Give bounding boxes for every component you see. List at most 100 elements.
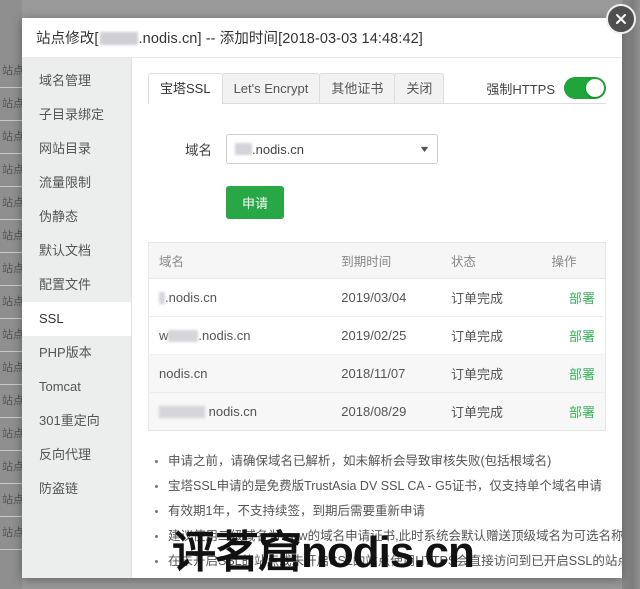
chevron-down-icon: ▼	[418, 144, 431, 154]
cell-status: 订单完成	[440, 316, 542, 355]
cell-domain: nodis.cn	[148, 392, 332, 431]
sidebar-item-1[interactable]: 域名管理	[22, 64, 131, 98]
header-expire: 到期时间	[331, 242, 441, 279]
masked-domain-block	[159, 406, 205, 418]
sidebar-item-label: SSL	[39, 311, 64, 326]
cell-expire: 2018/08/29	[331, 392, 441, 431]
sidebar-item-label: PHP版本	[39, 345, 92, 360]
sidebar-item-label: 伪静态	[39, 209, 79, 224]
sidebar-item-7[interactable]: 配置文件	[22, 268, 131, 302]
tab-4[interactable]: 关闭	[394, 73, 445, 103]
apply-button[interactable]: 申请	[226, 186, 285, 219]
sidebar-item-13[interactable]: 防盗链	[22, 472, 131, 506]
domain-prefix: w	[159, 328, 169, 343]
cell-domain: .nodis.cn	[148, 278, 332, 317]
tab-bar: 宝塔SSL Let's Encrypt 其他证书 关闭 强制HTTPS	[148, 72, 606, 104]
site-edit-modal: 站点修改[.nodis.cn] -- 添加时间[2018-03-03 14:48…	[22, 18, 622, 578]
cell-status: 订单完成	[440, 354, 542, 393]
sidebar-item-8[interactable]: SSL	[22, 302, 131, 336]
cell-action[interactable]: 部署	[541, 278, 606, 317]
tab-3[interactable]: 其他证书	[319, 73, 396, 103]
tabs-container: 宝塔SSL Let's Encrypt 其他证书 关闭	[148, 72, 445, 104]
domain-select-value: .nodis.cn	[252, 141, 305, 157]
header-status: 状态	[440, 242, 542, 279]
modal-body: 域名管理子目录绑定网站目录流量限制伪静态默认文档配置文件 SSL PHP版本 Tomc…	[22, 58, 622, 578]
force-https-label: 强制HTTPS	[486, 81, 555, 97]
domain-text: nodis.cn	[205, 404, 258, 419]
masked-domain-block	[159, 292, 165, 304]
sidebar-item-12[interactable]: 反向代理	[22, 438, 131, 472]
notes-list: 申请之前，请确保域名已解析，如未解析会导致审核失败(包括根域名) 宝塔SSL申请的…	[148, 449, 622, 574]
sidebar-item-5[interactable]: 伪静态	[22, 200, 131, 234]
sidebar-item-4[interactable]: 流量限制	[22, 166, 131, 200]
sidebar-item-6[interactable]: 默认文档	[22, 234, 131, 268]
note-item: 有效期1年，不支持续签，到期后需要重新申请	[154, 499, 606, 524]
domain-text: .nodis.cn	[165, 290, 218, 305]
modal-title-bar: 站点修改[.nodis.cn] -- 添加时间[2018-03-03 14:48…	[22, 18, 622, 58]
sidebar-item-3[interactable]: 网站目录	[22, 132, 131, 166]
table-row: nodis.cn 2018/11/07 订单完成 部署	[148, 354, 606, 393]
deploy-link[interactable]: 部署	[569, 291, 595, 306]
note-item: 建议使用二级域名为www的域名申请证书,此时系统会默认赠送顶级域名为可选名称	[154, 524, 622, 549]
domain-text: .nodis.cn	[198, 328, 251, 343]
masked-domain-prefix	[235, 143, 252, 155]
tab-1[interactable]: 宝塔SSL	[148, 73, 223, 104]
background-right-edge	[622, 0, 640, 589]
deploy-link[interactable]: 部署	[569, 367, 595, 382]
page-title: 站点修改[.nodis.cn] -- 添加时间[2018-03-03 14:48…	[36, 27, 423, 48]
note-item: 申请之前，请确保域名已解析，如未解析会导致审核失败(包括根域名)	[154, 449, 606, 474]
toggle-knob	[586, 79, 604, 97]
sidebar-item-label: 防盗链	[39, 481, 79, 496]
sidebar-item-label: 网站目录	[39, 141, 92, 156]
sidebar-item-label: 反向代理	[39, 447, 92, 462]
close-icon	[616, 14, 626, 24]
cell-status: 订单完成	[440, 392, 542, 431]
deploy-link[interactable]: 部署	[569, 405, 595, 420]
sidebar-nav: 域名管理子目录绑定网站目录流量限制伪静态默认文档配置文件 SSL PHP版本 Tomc…	[22, 58, 132, 578]
table-row: w .nodis.cn 2019/02/25 订单完成 部署	[148, 316, 606, 355]
header-action: 操作	[541, 242, 606, 279]
domain-text: nodis.cn	[159, 366, 208, 381]
sidebar-item-label: 子目录绑定	[39, 107, 105, 122]
cell-action[interactable]: 部署	[541, 316, 606, 355]
tab-2[interactable]: Let's Encrypt	[221, 73, 321, 103]
cell-expire: 2019/03/04	[331, 278, 441, 317]
cell-expire: 2019/02/25	[331, 316, 441, 355]
note-item: 宝塔SSL申请的是免费版TrustAsia DV SSL CA - G5证书，仅…	[154, 474, 606, 499]
note-item: 在未开启SSL的站点或未开启SSL的站点使用HTTPS会直接访问到已开启SSL的…	[154, 549, 622, 574]
sidebar-item-label: 流量限制	[39, 175, 92, 190]
deploy-link[interactable]: 部署	[569, 329, 595, 344]
table-row: nodis.cn 2018/08/29 订单完成 部署	[148, 392, 606, 431]
cell-domain: w .nodis.cn	[148, 316, 332, 355]
table-head: 域名 到期时间 状态 操作	[148, 242, 606, 279]
sidebar-item-label: 配置文件	[39, 277, 92, 292]
sidebar-item-label: 301重定向	[39, 413, 100, 428]
sidebar-item-label: Tomcat	[39, 379, 81, 394]
sidebar-item-label: 域名管理	[39, 73, 92, 88]
certificate-table: 域名 到期时间 状态 操作 .nodis.cn 2019/03/04 订单完成 部署 w…	[148, 242, 606, 431]
table-header-row: 域名 到期时间 状态 操作	[148, 242, 606, 279]
cell-action[interactable]: 部署	[541, 354, 606, 393]
masked-domain-block	[99, 32, 138, 45]
domain-label: 域名	[185, 143, 212, 158]
title-prefix: 站点修改[	[36, 31, 99, 47]
cell-domain: nodis.cn	[148, 354, 332, 393]
close-button[interactable]	[606, 4, 636, 34]
force-https-group: 强制HTTPS	[486, 77, 606, 103]
sidebar-item-9[interactable]: PHP版本	[22, 336, 131, 370]
sidebar-item-2[interactable]: 子目录绑定	[22, 98, 131, 132]
sidebar-item-11[interactable]: 301重定向	[22, 404, 131, 438]
cell-expire: 2018/11/07	[331, 354, 441, 393]
force-https-toggle[interactable]	[564, 77, 606, 99]
title-suffix: -- 添加时间[2018-03-03 14:48:42]	[201, 31, 423, 47]
table-body: .nodis.cn 2019/03/04 订单完成 部署 w .nodis.cn 2019/…	[148, 278, 606, 431]
table-row: .nodis.cn 2019/03/04 订单完成 部署	[148, 278, 606, 317]
cell-action[interactable]: 部署	[541, 392, 606, 431]
header-domain: 域名	[148, 242, 332, 279]
masked-domain-block	[168, 330, 199, 342]
sidebar-item-label: 默认文档	[39, 243, 92, 258]
domain-select[interactable]: .nodis.cn ▼	[226, 134, 438, 164]
cell-status: 订单完成	[440, 278, 542, 317]
sidebar-item-10[interactable]: Tomcat	[22, 370, 131, 404]
domain-form-row: 域名 .nodis.cn ▼	[148, 134, 606, 164]
